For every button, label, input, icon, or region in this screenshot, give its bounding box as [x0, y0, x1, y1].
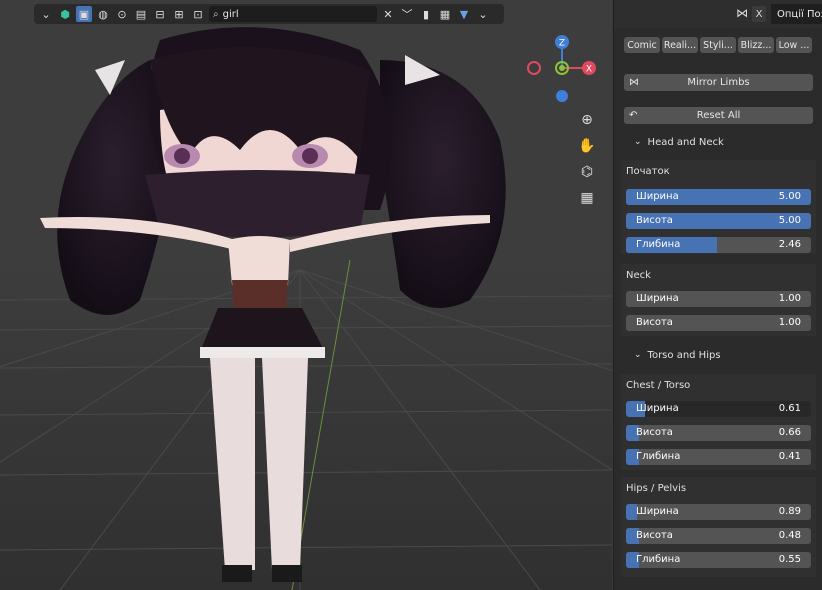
preset-button[interactable]: Blizz...: [738, 37, 774, 53]
columns-icon[interactable]: ▦: [437, 6, 453, 22]
slider-width[interactable]: Ширина 1.00: [626, 291, 811, 307]
preset-button[interactable]: Low ...: [776, 37, 812, 53]
bookmark-icon[interactable]: ▮: [418, 6, 434, 22]
group-start: Початок Ширина 5.00 Висота 5.00 Глибина …: [621, 160, 816, 254]
panel-header: ⋈ X Опції Поз: [614, 0, 822, 28]
slider-value: 1.00: [778, 317, 801, 328]
group-title: Neck: [626, 270, 651, 281]
slider-value: 1.00: [778, 293, 801, 304]
slider-width[interactable]: Ширина 0.61: [626, 401, 811, 417]
preset-button[interactable]: Reali...: [662, 37, 698, 53]
mirror-icon: ⋈: [629, 77, 639, 88]
reset-icon: ↶: [629, 110, 638, 121]
slider-value: 0.41: [778, 451, 801, 462]
slider-width[interactable]: Ширина 0.89: [626, 504, 811, 520]
slider-height[interactable]: Висота 0.48: [626, 528, 811, 544]
slider-label: Глибина: [636, 554, 681, 565]
globe-icon[interactable]: ◍: [95, 6, 111, 22]
compositor-icon[interactable]: ⊞: [171, 6, 187, 22]
chevron-down-icon: ⌄: [634, 137, 642, 147]
grid-icon[interactable]: ▦: [576, 187, 598, 209]
navigation-gizmo[interactable]: Z X: [525, 32, 605, 107]
close-button[interactable]: X: [752, 6, 766, 22]
slider-depth[interactable]: Глибина 0.41: [626, 449, 811, 465]
slider-value: 0.61: [778, 403, 801, 414]
slider-value: 0.55: [778, 554, 801, 565]
group-title: Початок: [626, 166, 670, 177]
preset-button[interactable]: Comic: [624, 37, 660, 53]
slider-label: Ширина: [636, 293, 679, 304]
slider-height[interactable]: Висота 0.66: [626, 425, 811, 441]
slider-value: 0.48: [778, 530, 801, 541]
object-icon[interactable]: ⬢: [57, 6, 73, 22]
slider-height[interactable]: Висота 1.00: [626, 315, 811, 331]
chevron-down-icon[interactable]: ⌄: [38, 6, 54, 22]
group-title: Chest / Torso: [626, 380, 691, 391]
slider-value: 2.46: [778, 239, 801, 250]
section-torso-and-hips[interactable]: ⌄ Torso and Hips: [622, 346, 815, 364]
render-icon[interactable]: ⊡: [190, 6, 206, 22]
section-head-and-neck[interactable]: ⌄ Head and Neck: [622, 133, 815, 151]
slider-value: 0.89: [778, 506, 801, 517]
mirror-limbs-button[interactable]: ⋈ Mirror Limbs: [624, 74, 813, 91]
butterfly-icon[interactable]: ⋈: [736, 6, 748, 20]
slider-value: 5.00: [778, 191, 801, 202]
slider-label: Висота: [636, 215, 673, 226]
slider-label: Ширина: [636, 506, 679, 517]
group-chest-torso: Chest / Torso Ширина 0.61 Висота 0.66 Гл…: [621, 374, 816, 470]
section-title: Head and Neck: [647, 136, 724, 148]
slider-depth[interactable]: Глибина 2.46: [626, 237, 811, 253]
tab-pose-options[interactable]: Опції Поз: [771, 4, 822, 24]
slider-height[interactable]: Висота 5.00: [626, 213, 811, 229]
scene-render: [0, 0, 612, 590]
gizmo-x-label: X: [586, 65, 592, 75]
slider-label: Висота: [636, 530, 673, 541]
gizmo-z-label: Z: [559, 39, 565, 49]
reset-all-label: Reset All: [696, 110, 741, 121]
search-icon: ⌕: [213, 8, 219, 20]
hand-icon[interactable]: ✋: [576, 135, 598, 157]
slider-depth[interactable]: Глибина 0.55: [626, 552, 811, 568]
slider-label: Ширина: [636, 191, 679, 202]
zoom-icon[interactable]: ⊕: [576, 109, 598, 131]
brush-icon[interactable]: ⊟: [152, 6, 168, 22]
preset-button[interactable]: Styli...: [700, 37, 736, 53]
slider-value: 0.66: [778, 427, 801, 438]
slider-width[interactable]: Ширина 5.00: [626, 189, 811, 205]
slider-label: Висота: [636, 427, 673, 438]
filter-icon[interactable]: ▼: [456, 6, 472, 22]
viewport-header: ⌄ ⬢ ▣ ◍ ⊙ ▤ ⊟ ⊞ ⊡ ⌕ girl ✕ ﹀ ▮ ▦ ▼ ⌄: [34, 4, 504, 24]
slider-label: Глибина: [636, 239, 681, 250]
layout-icon[interactable]: ▤: [133, 6, 149, 22]
preset-row: Comic Reali... Styli... Blizz... Low ...: [624, 37, 812, 53]
dropdown-icon[interactable]: ﹀: [399, 6, 415, 22]
section-title: Torso and Hips: [647, 349, 721, 361]
link-icon[interactable]: ⊙: [114, 6, 130, 22]
search-value: girl: [222, 8, 239, 20]
select-box-icon[interactable]: ▣: [76, 6, 92, 22]
mirror-limbs-label: Mirror Limbs: [687, 77, 750, 88]
camera-icon[interactable]: ⌬: [576, 161, 598, 183]
chevron-down-icon[interactable]: ⌄: [475, 6, 491, 22]
sidebar-panel: ⋈ X Опції Поз Comic Reali... Styli... Bl…: [613, 0, 822, 590]
reset-all-button[interactable]: ↶ Reset All: [624, 107, 813, 124]
3d-viewport[interactable]: ⌄ ⬢ ▣ ◍ ⊙ ▤ ⊟ ⊞ ⊡ ⌕ girl ✕ ﹀ ▮ ▦ ▼ ⌄ Z X…: [0, 0, 612, 590]
chevron-down-icon: ⌄: [634, 350, 642, 360]
group-title: Hips / Pelvis: [626, 483, 687, 494]
slider-label: Висота: [636, 317, 673, 328]
group-neck: Neck Ширина 1.00 Висота 1.00: [621, 264, 816, 336]
slider-value: 5.00: [778, 215, 801, 226]
group-hips-pelvis: Hips / Pelvis Ширина 0.89 Висота 0.48 Гл…: [621, 477, 816, 577]
slider-label: Глибина: [636, 451, 681, 462]
clear-icon[interactable]: ✕: [380, 6, 396, 22]
slider-label: Ширина: [636, 403, 679, 414]
search-input[interactable]: ⌕ girl: [209, 6, 377, 22]
